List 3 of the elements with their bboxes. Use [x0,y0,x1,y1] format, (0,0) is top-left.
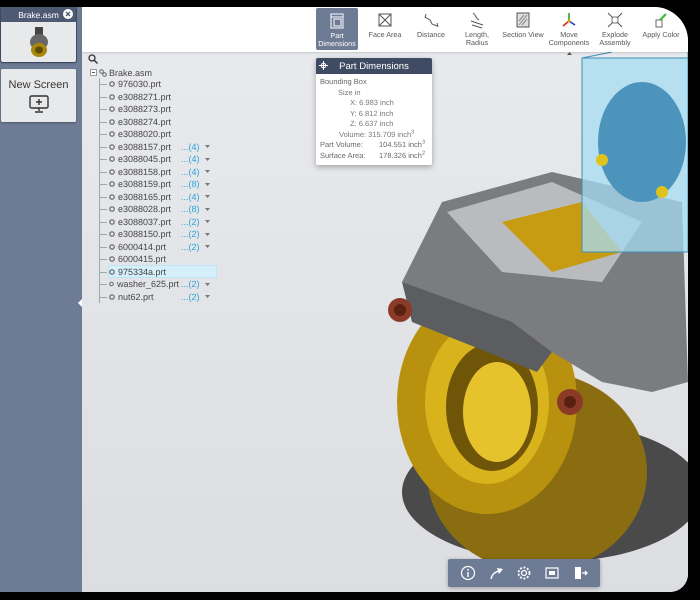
popup-title: Part Dimensions [339,60,409,72]
new-screen-label: New Screen [8,78,68,90]
screen-title: Brake.asm [18,10,59,20]
